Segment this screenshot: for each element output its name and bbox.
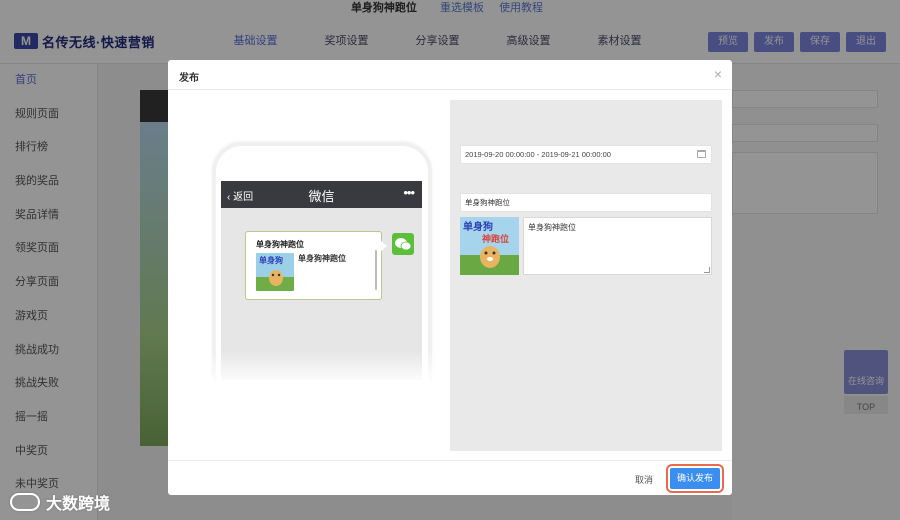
date-range-value: 2019-09-20 00:00:00 - 2019-09-21 00:00:0… (465, 150, 611, 159)
svg-text:单身狗: 单身狗 (463, 220, 493, 233)
date-range-input[interactable]: 2019-09-20 00:00:00 - 2019-09-21 00:00:0… (460, 145, 712, 164)
calendar-icon[interactable] (697, 150, 706, 158)
share-image-upload[interactable]: 单身狗 神跑位 (460, 217, 519, 275)
modal-footer: 取消 确认发布 (168, 460, 732, 495)
cancel-button[interactable]: 取消 (635, 473, 653, 486)
confirm-publish-button[interactable]: 确认发布 (666, 464, 724, 493)
share-title-input[interactable]: 单身狗神跑位 (460, 193, 712, 212)
share-card-title: 单身狗神跑位 (256, 240, 304, 249)
phone-fade (208, 350, 438, 386)
share-card-scrollbar (375, 250, 377, 290)
svg-text:神跑位: 神跑位 (482, 233, 509, 245)
wechat-title: 微信 (308, 189, 335, 204)
share-card-thumbnail: 单身狗 (256, 253, 294, 291)
modal-header: 发布 × (168, 60, 732, 90)
close-icon[interactable]: × (714, 67, 722, 81)
share-message-card: 单身狗神跑位 单身狗 单身狗神跑位 (245, 231, 387, 300)
watermark: 大数跨境 (10, 490, 110, 514)
modal-title: 发布 (179, 73, 199, 84)
wechat-icon (392, 233, 414, 255)
wechat-navbar: ‹ 返回 微信 ••• (221, 181, 422, 208)
publish-modal: 发布 × ‹ 返回 微信 ••• 单身狗神跑位 单身狗 单身狗神跑位 2019-… (168, 60, 732, 495)
share-desc-value: 单身狗神跑位 (528, 223, 576, 232)
share-desc-textarea[interactable]: 单身狗神跑位 (523, 217, 712, 275)
svg-text:单身狗: 单身狗 (259, 255, 283, 265)
share-title-value: 单身狗神跑位 (465, 198, 510, 207)
resize-handle-icon[interactable] (704, 267, 710, 273)
watermark-text: 大数跨境 (46, 496, 111, 513)
watermark-logo-icon (10, 493, 40, 511)
more-icon: ••• (403, 185, 415, 200)
publish-form-panel: 2019-09-20 00:00:00 - 2019-09-21 00:00:0… (450, 100, 722, 451)
share-card-desc: 单身狗神跑位 (298, 254, 346, 263)
bubble-arrow (381, 241, 387, 251)
